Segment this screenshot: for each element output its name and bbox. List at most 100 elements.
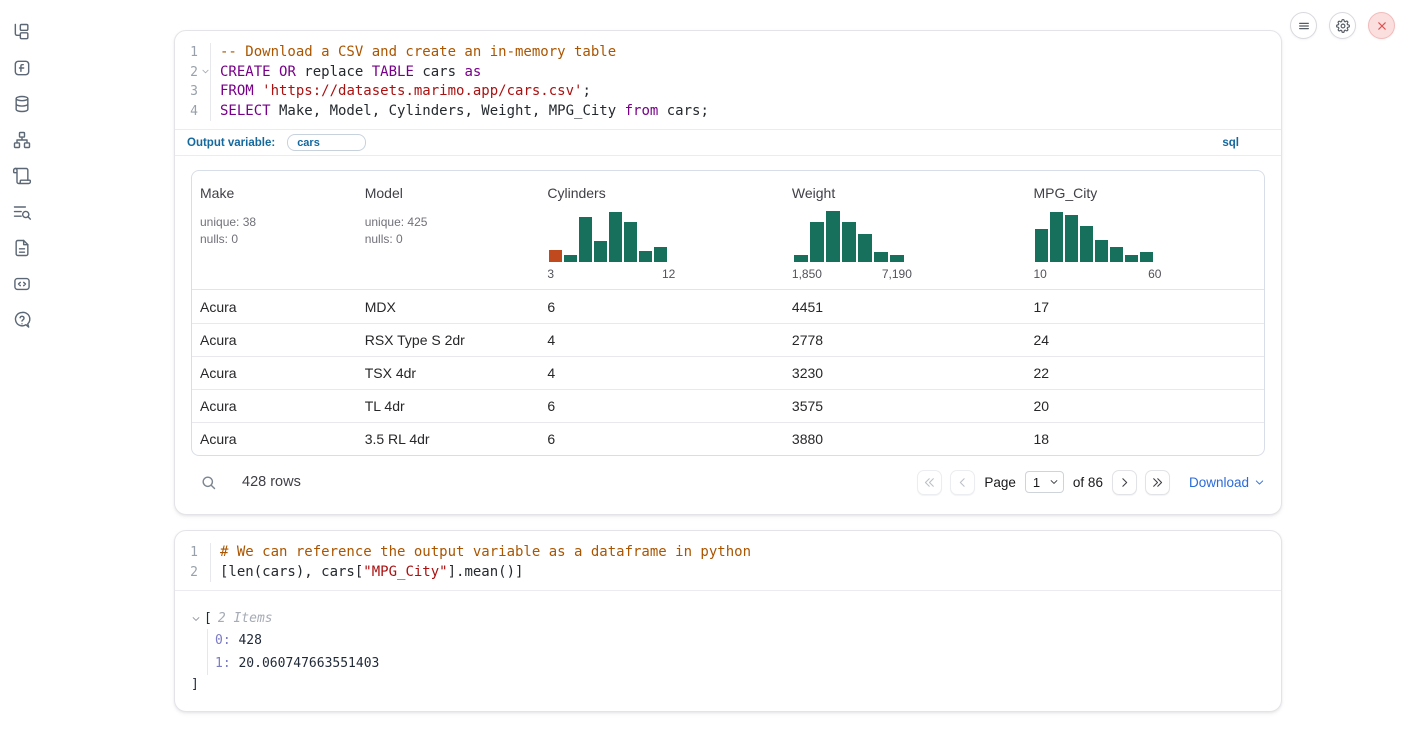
chevron-down-icon [1049,477,1059,487]
code-line: -- Download a CSV and create an in-memor… [220,43,709,63]
table-cell: 6 [539,299,784,315]
histogram-bar[interactable] [609,212,622,262]
sql-code[interactable]: -- Download a CSV and create an in-memor… [211,43,709,121]
function-icon[interactable] [12,58,32,78]
column-header-weight[interactable]: Weight1,8507,190 [784,171,1026,289]
histogram-bar[interactable] [1125,255,1138,262]
histogram-bar[interactable] [579,217,592,262]
document-icon[interactable] [12,238,32,258]
page-select-value: 1 [1033,475,1040,490]
file-tree-icon[interactable] [12,22,32,42]
snippets-icon[interactable] [12,274,32,294]
prev-page-button[interactable] [950,470,975,495]
table-cell: 3.5 RL 4dr [357,431,540,447]
page-select[interactable]: 1 [1025,471,1064,493]
code-line: [len(cars), cars["MPG_City"].mean()] [220,563,751,583]
search-icon[interactable] [200,474,217,491]
table-cell: Acura [192,299,357,315]
first-page-button[interactable] [917,470,942,495]
histogram-bar[interactable] [1080,226,1093,262]
histogram-bar[interactable] [1140,252,1153,262]
histogram-max-label: 12 [662,267,675,281]
histogram-bar[interactable] [1110,247,1123,262]
download-label: Download [1189,475,1249,490]
fold-chevron-icon[interactable] [201,67,210,76]
histogram-min-label: 3 [547,267,554,281]
histogram-bar[interactable] [1095,240,1108,262]
table-cell: 20 [1025,398,1264,414]
histogram-min-label: 10 [1033,267,1046,281]
table-row[interactable]: AcuraRSX Type S 2dr4277824 [192,323,1264,356]
table-cell: 17 [1025,299,1264,315]
histogram-bar[interactable] [810,222,824,262]
table-row[interactable]: AcuraTL 4dr6357520 [192,389,1264,422]
histogram-bar[interactable] [654,247,667,262]
database-icon[interactable] [12,94,32,114]
column-header-model[interactable]: Modelunique: 425nulls: 0 [357,171,540,289]
sql-cell: 1234 -- Download a CSV and create an in-… [174,30,1282,515]
table-cell: 6 [539,398,784,414]
table-cell: Acura [192,398,357,414]
collapse-chevron-icon[interactable] [191,614,201,624]
column-stats: unique: 38nulls: 0 [200,214,357,248]
language-badge[interactable]: sql [1222,137,1239,149]
histogram-bar[interactable] [1035,229,1048,262]
column-name: Model [365,185,540,201]
histogram-bar[interactable] [826,211,840,262]
table-cell: MDX [357,299,540,315]
column-header-make[interactable]: Makeunique: 38nulls: 0 [192,171,357,289]
histogram-bar[interactable] [564,255,577,262]
table-row[interactable]: Acura3.5 RL 4dr6388018 [192,422,1264,455]
histogram-bar[interactable] [594,241,607,262]
line-number: 2 [175,563,210,583]
item-index: 1: [215,656,238,671]
window-controls [1290,12,1395,39]
settings-button[interactable] [1329,12,1356,39]
close-button[interactable] [1368,12,1395,39]
histogram-bar[interactable] [639,251,652,262]
histogram-bar[interactable] [1065,215,1078,262]
column-name: MPG_City [1033,185,1264,201]
histogram-bar[interactable] [842,222,856,262]
download-button[interactable]: Download [1189,475,1265,490]
histogram-bar[interactable] [549,250,562,262]
table-cell: 3880 [784,431,1026,447]
table-cell: TSX 4dr [357,365,540,381]
data-table: Makeunique: 38nulls: 0Modelunique: 425nu… [191,170,1265,456]
histogram-bar[interactable] [624,222,637,262]
table-row[interactable]: AcuraMDX6445117 [192,290,1264,323]
python-code[interactable]: # We can reference the output variable a… [211,543,751,582]
table-row[interactable]: AcuraTSX 4dr4323022 [192,356,1264,389]
histogram-bar[interactable] [890,255,904,262]
next-page-button[interactable] [1112,470,1137,495]
python-code-editor[interactable]: 12 # We can reference the output variabl… [175,531,1281,590]
line-number: 2 [175,63,210,83]
table-footer: 428 rows Page 1 of 86 Download [191,465,1265,499]
row-count: 428 rows [242,474,301,490]
line-number: 3 [175,82,210,102]
sql-code-editor[interactable]: 1234 -- Download a CSV and create an in-… [175,31,1281,129]
line-number-gutter: 12 [175,543,211,582]
scroll-icon[interactable] [12,166,32,186]
histogram-bar[interactable] [794,255,808,262]
menu-button[interactable] [1290,12,1317,39]
python-output: [ 2 Items 0: 4281: 20.060747663551403 ] [175,590,1281,695]
column-header-cylinders[interactable]: Cylinders312 [539,171,784,289]
dependency-graph-icon[interactable] [12,130,32,150]
logs-icon[interactable] [12,202,32,222]
histogram-bar[interactable] [1050,212,1063,262]
histogram-bar[interactable] [874,252,888,262]
item-value: 428 [238,633,261,648]
histogram-bar[interactable] [858,234,872,262]
page-label: Page [984,475,1016,490]
close-bracket: ] [191,675,1265,695]
line-number: 1 [175,543,210,563]
table-cell: Acura [192,332,357,348]
help-icon[interactable] [12,310,32,330]
last-page-button[interactable] [1145,470,1170,495]
output-variable-input[interactable]: cars [287,134,366,151]
table-cell: Acura [192,431,357,447]
column-histogram: 3 12 [547,210,784,281]
column-header-mpg_city[interactable]: MPG_City1060 [1025,171,1264,289]
item-index: 0: [215,633,238,648]
